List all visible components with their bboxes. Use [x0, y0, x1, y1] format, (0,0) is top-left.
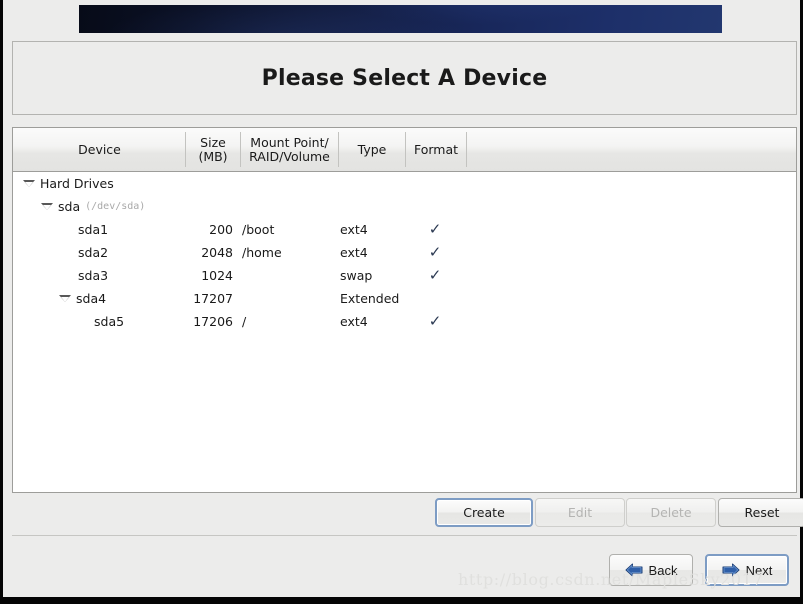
device-format-cell: ✓	[406, 218, 464, 241]
reset-button[interactable]: Reset	[718, 498, 803, 527]
header-banner	[79, 5, 722, 33]
arrow-left-icon	[625, 563, 643, 577]
device-type-cell: Extended	[340, 291, 400, 306]
device-name-cell: sda (/dev/sda)	[13, 195, 145, 218]
back-button[interactable]: Back	[609, 554, 693, 586]
check-icon: ✓	[428, 266, 442, 284]
device-tree-panel[interactable]: Device Size (MB) Mount Point/ RAID/Volum…	[12, 127, 797, 493]
device-mount-cell: /home	[242, 245, 282, 260]
device-size-cell: 2048	[201, 245, 233, 260]
table-header-row: Device Size (MB) Mount Point/ RAID/Volum…	[13, 128, 796, 172]
column-header-format[interactable]: Format	[406, 128, 466, 171]
chevron-down-icon[interactable]	[41, 202, 53, 210]
device-name: sda5	[94, 314, 125, 329]
table-row[interactable]: sda3 1024 swap ✓	[13, 264, 796, 287]
device-size-cell: 17206	[193, 314, 233, 329]
check-icon: ✓	[428, 220, 442, 238]
device-name-cell: Hard Drives	[13, 172, 114, 195]
device-name: sda4	[76, 291, 107, 306]
device-name-cell: sda5	[13, 310, 124, 333]
device-name: Hard Drives	[40, 176, 114, 191]
device-name: sda3	[78, 268, 109, 283]
table-row[interactable]: Hard Drives	[13, 172, 796, 195]
device-size-cell: 1024	[201, 268, 233, 283]
device-size-cell: 200	[209, 222, 233, 237]
device-format-cell	[406, 172, 464, 195]
check-icon: ✓	[428, 312, 442, 330]
device-format-cell: ✓	[406, 310, 464, 333]
column-header-size[interactable]: Size (MB)	[186, 128, 240, 171]
table-row[interactable]: sda4 17207 Extended	[13, 287, 796, 310]
page-title: Please Select A Device	[261, 65, 548, 91]
check-icon: ✓	[428, 243, 442, 261]
delete-button[interactable]: Delete	[626, 498, 716, 527]
device-size-cell: 17207	[193, 291, 233, 306]
column-header-type[interactable]: Type	[339, 128, 405, 171]
arrow-right-icon	[722, 563, 740, 577]
chevron-down-icon[interactable]	[59, 294, 71, 302]
device-format-cell: ✓	[406, 241, 464, 264]
device-name-cell: sda3	[13, 264, 108, 287]
device-format-cell: ✓	[406, 264, 464, 287]
footer-divider	[12, 535, 797, 536]
partition-action-bar: Create Edit Delete Reset	[12, 498, 803, 527]
chevron-down-icon[interactable]	[23, 179, 35, 187]
device-type-cell: ext4	[340, 222, 368, 237]
device-name-cell: sda2	[13, 241, 108, 264]
column-header-device[interactable]: Device	[14, 128, 185, 171]
create-button[interactable]: Create	[435, 498, 533, 527]
navigation-bar: Back Next	[12, 554, 797, 586]
column-header-mount-point[interactable]: Mount Point/ RAID/Volume	[241, 128, 338, 171]
next-button[interactable]: Next	[705, 554, 789, 586]
device-name: sda1	[78, 222, 109, 237]
edit-button[interactable]: Edit	[535, 498, 625, 527]
device-mount-cell: /boot	[242, 222, 275, 237]
device-tree-body[interactable]: Hard Drives sda (/dev/sda) sda1 200/boot ext4…	[13, 172, 796, 492]
column-divider	[466, 132, 467, 167]
device-name-cell: sda4	[13, 287, 106, 310]
device-mount-cell: /	[242, 314, 247, 329]
table-row[interactable]: sda (/dev/sda)	[13, 195, 796, 218]
device-format-cell	[406, 195, 464, 218]
device-name-cell: sda1	[13, 218, 108, 241]
back-button-label: Back	[648, 562, 678, 578]
device-type-cell: ext4	[340, 314, 368, 329]
banner-area	[3, 0, 800, 36]
installer-window: Please Select A Device Device Size (MB) …	[0, 0, 803, 604]
device-size-cell	[133, 195, 233, 218]
table-row[interactable]: sda2 2048/home ext4 ✓	[13, 241, 796, 264]
title-panel: Please Select A Device	[12, 41, 797, 115]
device-format-cell	[406, 287, 464, 310]
device-size-cell	[133, 172, 233, 195]
device-name: sda2	[78, 245, 109, 260]
device-type-cell: swap	[340, 268, 373, 283]
table-row[interactable]: sda5 17206 / ext4 ✓	[13, 310, 796, 333]
table-row[interactable]: sda1 200/boot ext4 ✓	[13, 218, 796, 241]
device-name: sda	[58, 199, 81, 214]
device-type-cell: ext4	[340, 245, 368, 260]
next-button-label: Next	[745, 562, 773, 578]
